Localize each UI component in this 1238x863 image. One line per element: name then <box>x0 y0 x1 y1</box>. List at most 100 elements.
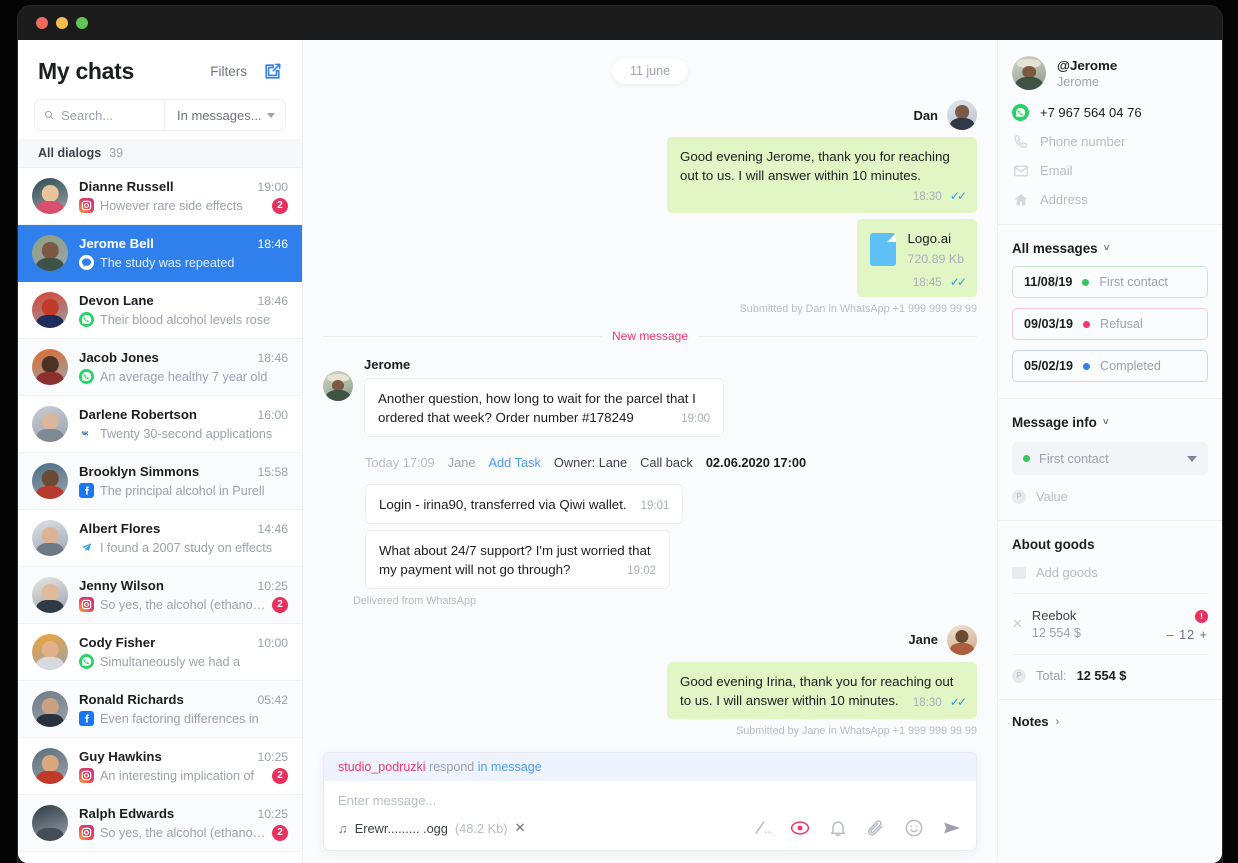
minimize-window-button[interactable] <box>56 17 68 29</box>
message-bubble[interactable]: What about 24/7 support? I'm just worrie… <box>365 530 670 589</box>
chat-list-item[interactable]: Devon Lane 18:46 Their blood alcohol level… <box>18 282 302 339</box>
chat-item-preview: So yes, the alcohol (ethanol) in <box>100 597 266 612</box>
attach-icon[interactable] <box>866 818 886 838</box>
search-scope-label: In messages... <box>177 107 262 123</box>
attachment-chip[interactable]: ♫ Erewr......... .ogg (48.2 Kb) ✕ <box>338 820 525 836</box>
chat-list-item[interactable]: Darlene Robertson 16:00 Twenty 30-second a… <box>18 396 302 453</box>
reply-verb: respond <box>429 760 475 774</box>
chat-sidebar: My chats Filters Search... In messages..… <box>18 40 303 863</box>
message-author: Jane <box>908 632 938 648</box>
chat-list-item[interactable]: Ralph Edwards 10:25 So yes, the alcohol (e… <box>18 795 302 852</box>
reply-channel-link[interactable]: in message <box>478 760 542 774</box>
chat-list-item[interactable]: Brooklyn Simmons 15:58 The principal alcoh… <box>18 453 302 510</box>
message-time-text: 18:30 <box>912 190 942 203</box>
chat-item-name: Cody Fisher <box>79 635 156 650</box>
chat-item-name: Jerome Bell <box>79 236 154 251</box>
add-task-link[interactable]: Add Task <box>488 455 540 470</box>
message-text: Good evening Jerome, thank you for reach… <box>680 149 950 183</box>
notes-section[interactable]: Notes › <box>998 700 1222 743</box>
all-dialogs-row[interactable]: All dialogs 39 <box>18 139 302 168</box>
chat-item-time: 10:25 <box>257 578 289 593</box>
message-bubble[interactable]: Good evening Irina, thank you for reachi… <box>667 661 977 720</box>
address-icon <box>1012 191 1029 208</box>
chat-list-item[interactable]: Jenny Wilson 10:25 So yes, the alcohol (et… <box>18 567 302 624</box>
app-window: My chats Filters Search... In messages..… <box>18 6 1222 863</box>
attachment-name: Erewr......... .ogg <box>354 820 448 836</box>
message-row-outgoing-2: Good evening Irina, thank you for reachi… <box>323 661 977 720</box>
read-receipt-icon: ✓✓ <box>949 188 967 203</box>
message-bubble[interactable]: Another question, how long to wait for t… <box>364 378 724 438</box>
stage-select[interactable]: First contact <box>1012 442 1208 475</box>
contact-panel: @Jerome Jerome +7 967 564 04 76 Phone nu… <box>997 40 1222 863</box>
chat-item-time: 10:00 <box>257 636 289 650</box>
message-info-header[interactable]: Message info ˅ <box>1012 415 1208 430</box>
maximize-window-button[interactable] <box>76 17 88 29</box>
chat-list-item[interactable]: Jacob Jones 18:46 An average healthy 7 yea… <box>18 339 302 396</box>
message-input[interactable]: Enter message... <box>324 781 976 814</box>
stage-item[interactable]: 09/03/19 Refusal <box>1012 308 1208 340</box>
search-input[interactable] <box>61 107 155 123</box>
instagram-icon <box>79 198 94 213</box>
remove-attachment-icon[interactable]: ✕ <box>515 820 526 836</box>
chat-list-item[interactable]: Ronald Richards 05:42 Even factoring diffe… <box>18 681 302 738</box>
task-row: Today 17:09 Jane Add Task Owner: Lane Ca… <box>365 455 977 470</box>
close-window-button[interactable] <box>36 17 48 29</box>
contact-address-placeholder: Address <box>1040 192 1088 207</box>
chat-item-name: Darlene Robertson <box>79 407 197 422</box>
message-bubble[interactable]: Login - irina90, transferred via Qiwi wa… <box>365 484 684 525</box>
chevron-down-icon <box>1187 455 1197 462</box>
page-title: My chats <box>38 58 135 84</box>
chat-list-item[interactable]: Albert Flores 14:46 I found a 2007 study o… <box>18 510 302 567</box>
quantity-decrease-button[interactable]: – <box>1167 628 1175 642</box>
avatar <box>32 691 68 727</box>
instagram-icon <box>79 597 94 612</box>
whatsapp-icon <box>1012 104 1029 121</box>
outgoing-author-jane: Jane <box>323 624 977 655</box>
filters-button[interactable]: Filters <box>210 64 247 79</box>
chat-item-preview: Their blood alcohol levels rose <box>100 312 271 327</box>
chat-list-item[interactable]: Dianne Russell 19:00 However rare side eff… <box>18 168 302 225</box>
emoji-icon[interactable] <box>904 818 924 838</box>
total-value: 12 554 $ <box>1076 668 1127 683</box>
contact-field-email[interactable]: Email <box>1012 162 1208 179</box>
chat-item-preview: An average healthy 7 year old <box>100 369 268 384</box>
value-field[interactable]: P Value <box>1012 489 1208 504</box>
file-card[interactable]: Logo.ai 720.89 Kb <box>869 230 964 268</box>
date-chip: 11 june <box>611 58 689 84</box>
stage-item[interactable]: 11/08/19 First contact <box>1012 266 1208 298</box>
chat-item-name: Ralph Edwards <box>79 805 175 821</box>
search-scope-dropdown[interactable]: In messages... <box>165 100 285 130</box>
contact-field-whatsapp[interactable]: +7 967 564 04 76 <box>1012 104 1208 121</box>
file-message-bubble[interactable]: Logo.ai 720.89 Kb 18:45 ✓✓ <box>856 219 977 298</box>
remove-goods-icon[interactable]: ✕ <box>1012 616 1023 632</box>
record-icon[interactable] <box>790 818 810 838</box>
contact-field-phone[interactable]: Phone number <box>1012 133 1208 150</box>
compose-actions <box>752 818 962 838</box>
signature-icon[interactable] <box>752 818 772 838</box>
task-callback-label: Call back <box>640 455 693 471</box>
chat-item-time: 10:25 <box>257 749 289 764</box>
chat-list-item[interactable]: Jerome Bell 18:46 The study was repeated <box>18 225 302 282</box>
message-bubble[interactable]: Good evening Jerome, thank you for reach… <box>667 137 977 214</box>
stage-label: First contact <box>1099 275 1168 289</box>
chat-list-item[interactable]: Cody Fisher 10:00 Simultaneously we had a <box>18 624 302 681</box>
quantity-increase-button[interactable]: + <box>1200 628 1208 642</box>
send-icon[interactable] <box>942 818 962 838</box>
add-goods-button[interactable]: Add goods <box>1012 565 1208 594</box>
chat-panel: 11 june Dan Good evening Jerome, thank y… <box>303 40 997 863</box>
search-field-wrap[interactable] <box>35 100 165 130</box>
avatar <box>32 577 68 613</box>
chat-item-preview: The principal alcohol in Purell <box>100 483 265 498</box>
quantity-stepper[interactable]: – 12 + <box>1167 628 1208 642</box>
contact-field-address[interactable]: Address <box>1012 191 1208 208</box>
audio-note-icon: ♫ <box>338 820 348 836</box>
chat-item-preview: Even factoring differences in <box>100 711 259 726</box>
bell-icon[interactable] <box>828 818 848 838</box>
message-time: 18:30 ✓✓ <box>913 694 967 711</box>
stage-label: Completed <box>1100 359 1161 373</box>
avatar <box>947 624 977 655</box>
compose-icon[interactable] <box>263 62 282 81</box>
stage-item[interactable]: 05/02/19 Completed <box>1012 350 1208 382</box>
chat-list-item[interactable]: Guy Hawkins 10:25 An interesting implicati… <box>18 738 302 795</box>
all-messages-header[interactable]: All messages ˅ <box>1012 241 1208 256</box>
